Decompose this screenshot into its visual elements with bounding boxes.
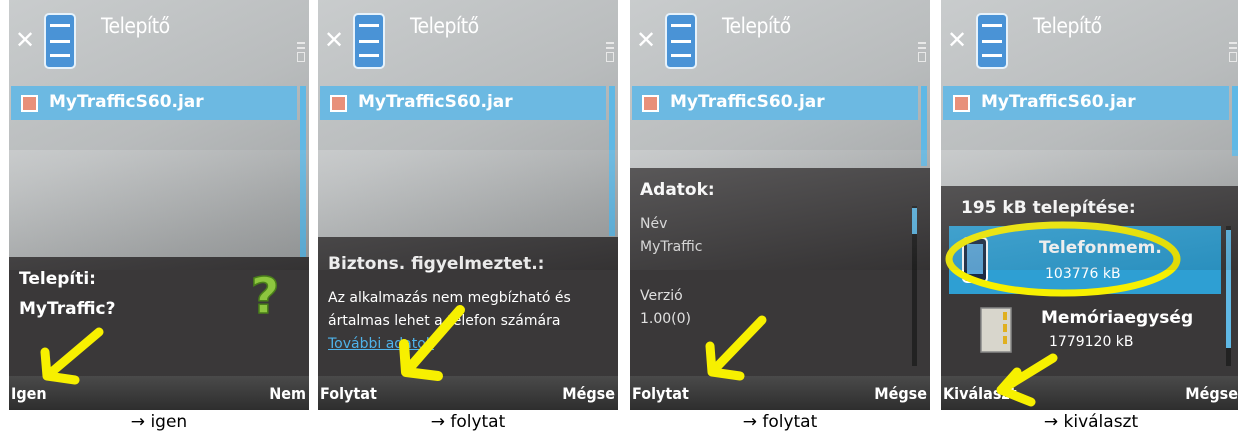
dialog-text-line-2: ártalmas lehet a telefon számára	[328, 313, 561, 329]
list-item-file[interactable]: MyTrafficS60.jar	[943, 86, 1229, 120]
window-title: Telepítő	[722, 14, 791, 38]
scrollbar[interactable]	[921, 86, 927, 166]
scrollbar[interactable]	[609, 86, 615, 236]
option1-size: 103776 kB	[1045, 266, 1121, 282]
scrollbar[interactable]	[300, 86, 306, 258]
right-softkey-megse[interactable]: Mégse	[562, 384, 615, 403]
close-icon[interactable]: ✕	[636, 26, 656, 54]
dialog-title: Biztons. figyelmeztet.:	[328, 254, 545, 274]
left-softkey-kivalaszt[interactable]: Kiválaszt	[943, 384, 1017, 403]
dialog-title: Adatok:	[640, 180, 715, 200]
phone-memory-icon	[962, 237, 988, 283]
option2-name: Memóriaegység	[1041, 308, 1194, 328]
left-softkey-folytat[interactable]: Folytat	[320, 384, 377, 403]
left-softkey-folytat[interactable]: Folytat	[632, 384, 689, 403]
options-indicator-icon	[606, 42, 614, 62]
title-bar: ✕ Telepítő	[630, 0, 930, 80]
option2-size: 1779120 kB	[1049, 334, 1134, 350]
checkbox-icon	[21, 95, 38, 112]
window-title: Telepítő	[410, 14, 479, 38]
softkey-bar: Igen Nem	[9, 376, 309, 410]
screen-4-memory-select: ✕ Telepítő MyTrafficS60.jar 195 kB telep…	[941, 0, 1238, 410]
close-icon[interactable]: ✕	[324, 26, 344, 54]
checkbox-icon	[642, 95, 659, 112]
right-softkey-megse[interactable]: Mégse	[1185, 384, 1238, 403]
security-dialog: Biztons. figyelmeztet.: Az alkalmazás ne…	[318, 237, 618, 376]
softkey-bar: Folytat Mégse	[318, 376, 618, 410]
file-name: MyTrafficS60.jar	[358, 92, 513, 112]
dialog-text: MyTraffic?	[19, 299, 116, 319]
help-icon: ?	[250, 269, 281, 319]
close-icon[interactable]: ✕	[15, 26, 35, 54]
caption-4: → kiválaszt	[1043, 412, 1139, 432]
option1-name: Telefonmem.	[1039, 238, 1162, 258]
close-icon[interactable]: ✕	[947, 26, 967, 54]
softkey-bar: Kiválaszt Mégse	[941, 376, 1238, 410]
right-softkey-nem[interactable]: Nem	[269, 384, 306, 403]
caption-1: → igen	[130, 412, 188, 432]
installer-app-icon	[976, 13, 1008, 69]
file-name: MyTrafficS60.jar	[49, 92, 204, 112]
title-bar: ✕ Telepítő	[9, 0, 309, 80]
name-value: MyTraffic	[640, 239, 703, 255]
list-item-file[interactable]: MyTrafficS60.jar	[11, 86, 297, 120]
screen-1-installer: ✕ Telepítő MyTrafficS60.jar Telepíti: My…	[9, 0, 309, 410]
dialog-title: Telepíti:	[19, 269, 96, 289]
left-softkey-igen[interactable]: Igen	[11, 384, 47, 403]
window-title: Telepítő	[101, 14, 170, 38]
title-bar: ✕ Telepítő	[318, 0, 618, 80]
scrollbar[interactable]	[1232, 86, 1238, 156]
checkbox-icon	[330, 95, 347, 112]
option-phone-memory[interactable]: Telefonmem. 103776 kB	[949, 226, 1221, 294]
more-info-link[interactable]: További adatok	[328, 336, 434, 352]
scroll-thumb[interactable]	[912, 208, 917, 234]
memory-dialog: 195 kB telepítése: Telefonmem. 103776 kB…	[941, 186, 1238, 376]
installer-app-icon	[665, 13, 697, 69]
options-indicator-icon	[1229, 42, 1237, 62]
details-dialog: Adatok: Név MyTraffic Verzió 1.00(0)	[630, 168, 930, 376]
scroll-thumb[interactable]	[1226, 230, 1231, 348]
caption-3: → folytat	[742, 412, 818, 432]
dialog-title: 195 kB telepítése:	[961, 198, 1136, 218]
checkbox-icon	[953, 95, 970, 112]
dialog-scrollbar[interactable]	[1226, 226, 1231, 366]
version-value: 1.00(0)	[640, 311, 692, 327]
right-softkey-megse[interactable]: Mégse	[874, 384, 927, 403]
screen-3-details: ✕ Telepítő MyTrafficS60.jar Adatok: Név …	[630, 0, 930, 410]
softkey-bar: Folytat Mégse	[630, 376, 930, 410]
version-label: Verzió	[640, 288, 683, 304]
file-name: MyTrafficS60.jar	[981, 92, 1136, 112]
installer-app-icon	[44, 13, 76, 69]
list-item-file[interactable]: MyTrafficS60.jar	[632, 86, 918, 120]
dialog-scrollbar[interactable]	[912, 206, 917, 366]
option-memory-card[interactable]: Memóriaegység 1779120 kB	[949, 298, 1221, 366]
title-bar: ✕ Telepítő	[941, 0, 1238, 80]
options-indicator-icon	[918, 42, 926, 62]
svg-text:?: ?	[250, 269, 279, 319]
confirm-dialog: Telepíti: MyTraffic? ?	[9, 257, 309, 376]
screen-2-security-warning: ✕ Telepítő MyTrafficS60.jar Biztons. fig…	[318, 0, 618, 410]
name-label: Név	[640, 216, 668, 232]
list-item-file[interactable]: MyTrafficS60.jar	[320, 86, 606, 120]
options-indicator-icon	[297, 42, 305, 62]
caption-2: → folytat	[430, 412, 506, 432]
window-title: Telepítő	[1033, 14, 1102, 38]
dialog-text-line-1: Az alkalmazás nem megbízható és	[328, 290, 571, 306]
installer-app-icon	[353, 13, 385, 69]
file-name: MyTrafficS60.jar	[670, 92, 825, 112]
memory-card-icon	[980, 307, 1012, 353]
